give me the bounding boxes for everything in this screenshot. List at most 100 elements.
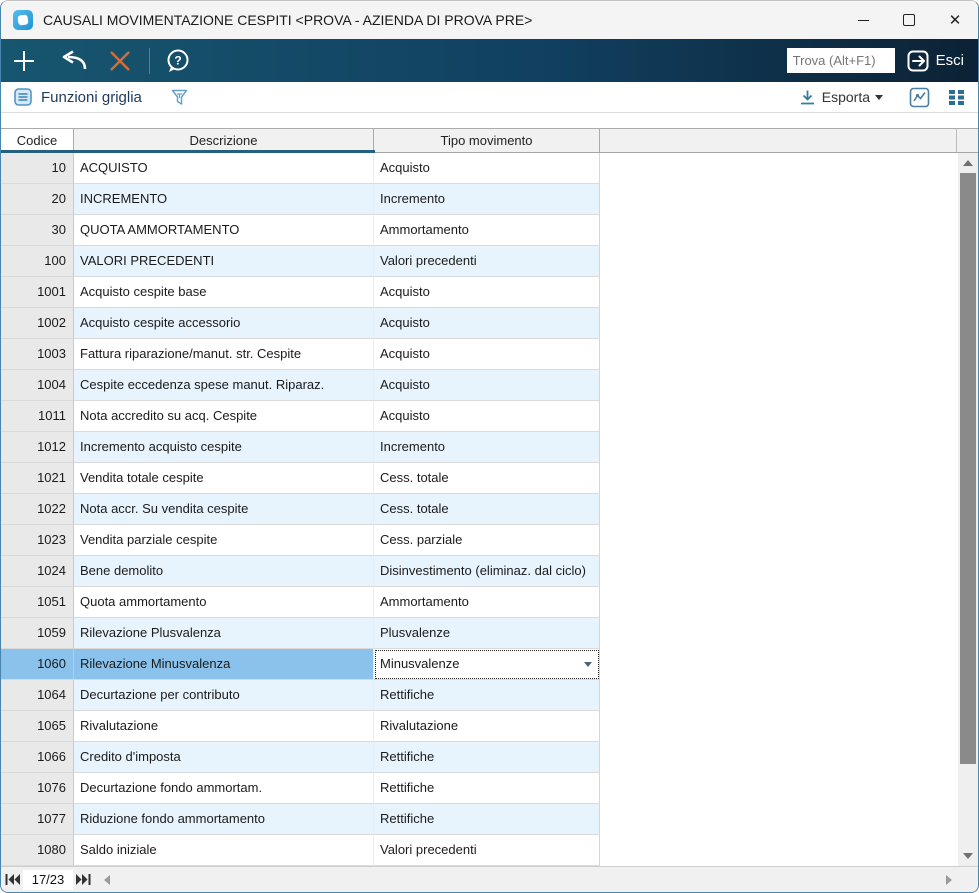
cell-type[interactable]: Acquisto	[374, 308, 600, 339]
table-row[interactable]: 1076 Decurtazione fondo ammortam. Rettif…	[1, 773, 958, 804]
cell-type[interactable]: Valori precedenti	[374, 835, 600, 866]
cell-code[interactable]: 1076	[1, 773, 74, 804]
cell-type[interactable]: Incremento	[374, 184, 600, 215]
table-row[interactable]: 1024 Bene demolito Disinvestimento (elim…	[1, 556, 958, 587]
vertical-scrollbar[interactable]	[958, 153, 978, 866]
table-row[interactable]: 1066 Credito d'imposta Rettifiche	[1, 742, 958, 773]
cell-type[interactable]: Disinvestimento (eliminaz. dal ciclo)	[374, 556, 600, 587]
table-row[interactable]: 1059 Rilevazione Plusvalenza Plusvalenze	[1, 618, 958, 649]
cell-code[interactable]: 10	[1, 153, 74, 184]
add-record-button[interactable]	[11, 48, 37, 74]
cell-code[interactable]: 1065	[1, 711, 74, 742]
table-row[interactable]: 1021 Vendita totale cespite Cess. totale	[1, 463, 958, 494]
vertical-scrollbar-thumb[interactable]	[960, 173, 976, 764]
cell-desc[interactable]: Cespite eccedenza spese manut. Riparaz.	[74, 370, 374, 401]
cell-code[interactable]: 1051	[1, 587, 74, 618]
scroll-down-arrow-icon[interactable]	[963, 853, 973, 859]
cell-desc[interactable]: QUOTA AMMORTAMENTO	[74, 215, 374, 246]
filter-funnel-icon[interactable]	[170, 88, 189, 107]
find-input[interactable]	[786, 48, 895, 73]
undo-button[interactable]	[59, 49, 89, 73]
cell-type[interactable]: Minusvalenze	[374, 649, 600, 680]
cell-code[interactable]: 20	[1, 184, 74, 215]
cell-desc[interactable]: Rilevazione Minusvalenza	[74, 649, 374, 680]
cell-type[interactable]: Cess. parziale	[374, 525, 600, 556]
cell-desc[interactable]: Saldo iniziale	[74, 835, 374, 866]
cell-type[interactable]: Cess. totale	[374, 494, 600, 525]
cell-code[interactable]: 1001	[1, 277, 74, 308]
cell-desc[interactable]: Fattura riparazione/manut. str. Cespite	[74, 339, 374, 370]
first-record-button[interactable]	[5, 874, 20, 885]
table-row[interactable]: 1077 Riduzione fondo ammortamento Rettif…	[1, 804, 958, 835]
cell-desc[interactable]: VALORI PRECEDENTI	[74, 246, 374, 277]
cell-code[interactable]: 1060	[1, 649, 74, 680]
cell-desc[interactable]: Nota accr. Su vendita cespite	[74, 494, 374, 525]
cell-desc[interactable]: Riduzione fondo ammortamento	[74, 804, 374, 835]
table-row[interactable]: 20 INCREMENTO Incremento	[1, 184, 958, 215]
table-row[interactable]: 1002 Acquisto cespite accessorio Acquist…	[1, 308, 958, 339]
column-header-codice[interactable]: Codice	[1, 129, 74, 152]
scroll-right-arrow-icon[interactable]	[946, 874, 952, 885]
table-row[interactable]: 1004 Cespite eccedenza spese manut. Ripa…	[1, 370, 958, 401]
cell-type[interactable]: Acquisto	[374, 153, 600, 184]
cell-code[interactable]: 1066	[1, 742, 74, 773]
grid-functions-icon[interactable]	[14, 88, 32, 106]
table-row[interactable]: 1065 Rivalutazione Rivalutazione	[1, 711, 958, 742]
cell-code[interactable]: 1002	[1, 308, 74, 339]
cell-code[interactable]: 1077	[1, 804, 74, 835]
grid-functions-label[interactable]: Funzioni griglia	[41, 89, 142, 106]
cell-type[interactable]: Incremento	[374, 432, 600, 463]
cell-desc[interactable]: Vendita parziale cespite	[74, 525, 374, 556]
table-row[interactable]: 1060 Rilevazione Minusvalenza Minusvalen…	[1, 649, 958, 680]
cell-desc[interactable]: Bene demolito	[74, 556, 374, 587]
cell-type[interactable]: Ammortamento	[374, 215, 600, 246]
cell-code[interactable]: 1024	[1, 556, 74, 587]
table-row[interactable]: 1001 Acquisto cespite base Acquisto	[1, 277, 958, 308]
cell-code[interactable]: 1064	[1, 680, 74, 711]
column-header-descrizione[interactable]: Descrizione	[74, 129, 374, 152]
cell-type[interactable]: Rivalutazione	[374, 711, 600, 742]
table-row[interactable]: 30 QUOTA AMMORTAMENTO Ammortamento	[1, 215, 958, 246]
table-row[interactable]: 1003 Fattura riparazione/manut. str. Ces…	[1, 339, 958, 370]
grid-view-icon[interactable]	[948, 89, 965, 106]
cell-code[interactable]: 1022	[1, 494, 74, 525]
exit-button[interactable]: Esci	[907, 50, 964, 72]
cell-code[interactable]: 1059	[1, 618, 74, 649]
cell-code[interactable]: 30	[1, 215, 74, 246]
cell-desc[interactable]: ACQUISTO	[74, 153, 374, 184]
table-row[interactable]: 1064 Decurtazione per contributo Rettifi…	[1, 680, 958, 711]
cell-code[interactable]: 1011	[1, 401, 74, 432]
maximize-button[interactable]	[886, 1, 932, 39]
cell-type[interactable]: Acquisto	[374, 339, 600, 370]
cell-type[interactable]: Rettifiche	[374, 773, 600, 804]
dropdown-caret-icon[interactable]	[584, 662, 592, 667]
cell-code[interactable]: 1021	[1, 463, 74, 494]
cell-type[interactable]: Plusvalenze	[374, 618, 600, 649]
cell-code[interactable]: 1023	[1, 525, 74, 556]
cell-code[interactable]: 1080	[1, 835, 74, 866]
cell-type[interactable]: Rettifiche	[374, 742, 600, 773]
cell-type[interactable]: Acquisto	[374, 370, 600, 401]
cell-desc[interactable]: Acquisto cespite accessorio	[74, 308, 374, 339]
table-row[interactable]: 1080 Saldo iniziale Valori precedenti	[1, 835, 958, 866]
cell-desc[interactable]: INCREMENTO	[74, 184, 374, 215]
table-row[interactable]: 1051 Quota ammortamento Ammortamento	[1, 587, 958, 618]
delete-button[interactable]	[107, 48, 133, 74]
minimize-button[interactable]	[840, 1, 886, 39]
cell-desc[interactable]: Credito d'imposta	[74, 742, 374, 773]
cell-desc[interactable]: Decurtazione per contributo	[74, 680, 374, 711]
cell-type[interactable]: Valori precedenti	[374, 246, 600, 277]
help-button[interactable]: ?	[164, 47, 192, 75]
cell-type[interactable]: Rettifiche	[374, 680, 600, 711]
cell-desc[interactable]: Incremento acquisto cespite	[74, 432, 374, 463]
export-button[interactable]: Esporta	[799, 89, 883, 106]
table-row[interactable]: 1012 Incremento acquisto cespite Increme…	[1, 432, 958, 463]
cell-type[interactable]: Rettifiche	[374, 804, 600, 835]
cell-desc[interactable]: Acquisto cespite base	[74, 277, 374, 308]
cell-desc[interactable]: Vendita totale cespite	[74, 463, 374, 494]
last-record-button[interactable]	[76, 874, 91, 885]
cell-code[interactable]: 1004	[1, 370, 74, 401]
line-chart-icon[interactable]	[909, 87, 930, 108]
cell-desc[interactable]: Rilevazione Plusvalenza	[74, 618, 374, 649]
cell-desc[interactable]: Quota ammortamento	[74, 587, 374, 618]
